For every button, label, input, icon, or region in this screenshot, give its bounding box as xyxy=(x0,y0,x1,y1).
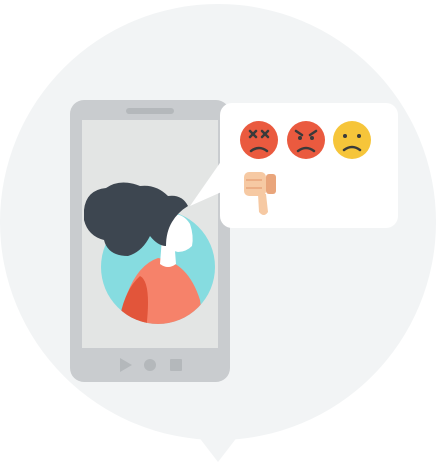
phone-speaker xyxy=(126,108,174,114)
dizzy-face-icon xyxy=(240,121,278,159)
angry-face-icon xyxy=(287,121,325,159)
square-recent-icon xyxy=(170,359,182,371)
illustration-canvas xyxy=(0,4,436,462)
home-circle-icon xyxy=(144,359,156,371)
feedback-illustration xyxy=(0,0,436,466)
backdrop-tail xyxy=(198,436,238,462)
feedback-bubble xyxy=(190,103,398,228)
frowning-face-icon xyxy=(333,121,371,159)
